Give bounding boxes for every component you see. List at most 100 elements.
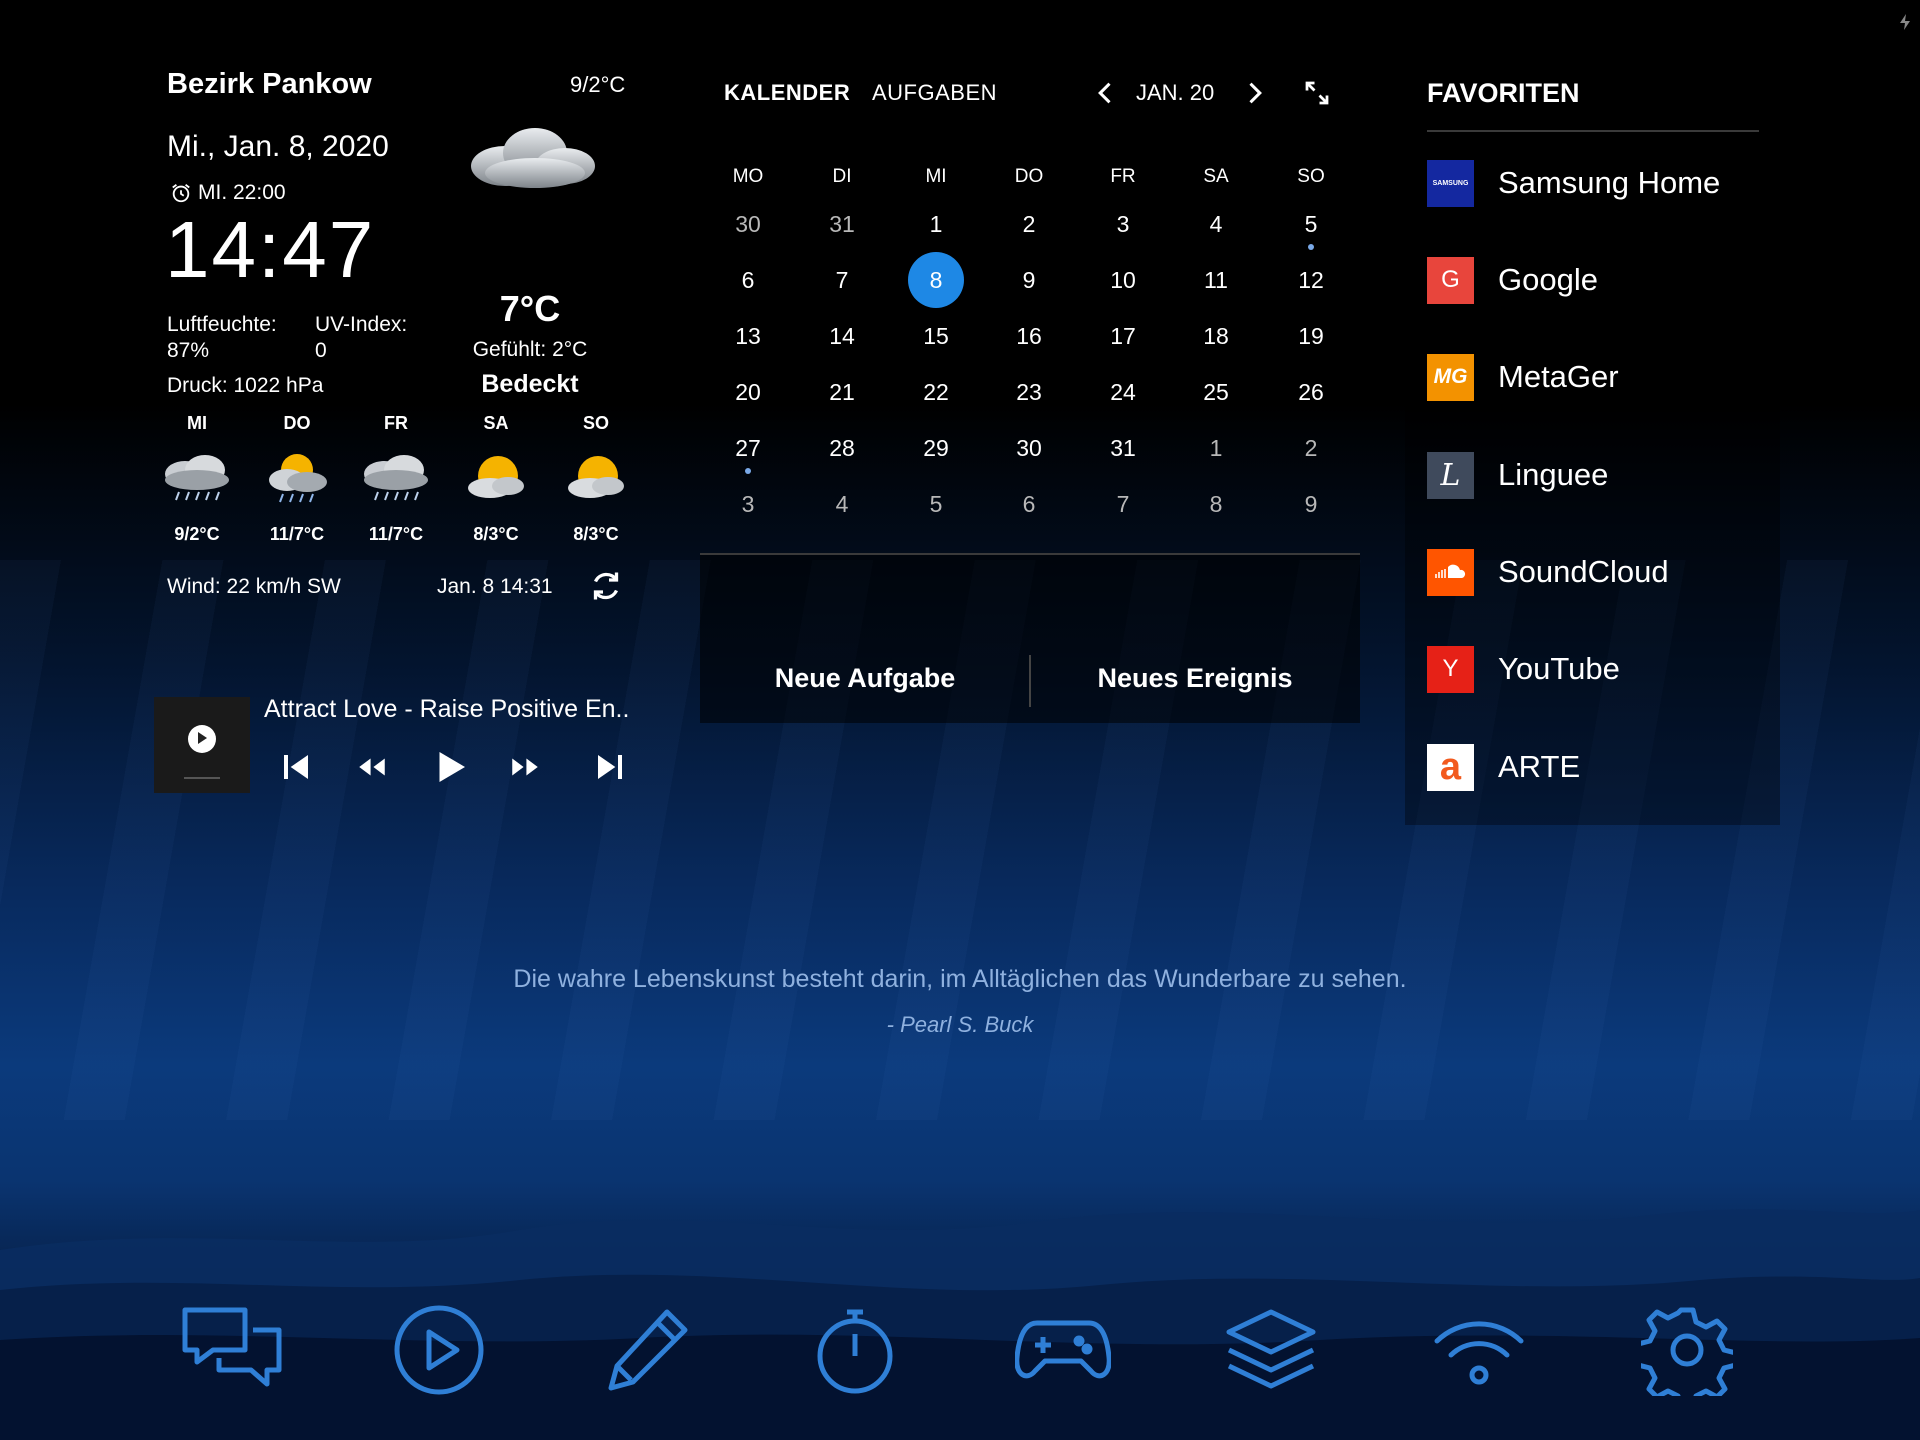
calendar-day[interactable]: 5	[1271, 204, 1351, 250]
forecast-day-label: FR	[384, 413, 408, 433]
calendar-day[interactable]: 15	[896, 316, 976, 356]
calendar-day[interactable]: 2	[989, 204, 1069, 244]
new-task-button[interactable]: Neue Aufgabe	[700, 663, 1030, 694]
dock-timer[interactable]	[800, 1295, 910, 1405]
day-number: 7	[835, 267, 849, 293]
dock-wifi[interactable]	[1424, 1295, 1534, 1405]
calendar-day-today[interactable]: 8	[896, 252, 976, 308]
fast-forward-button[interactable]	[503, 745, 547, 789]
calendar-day[interactable]: 21	[802, 372, 882, 412]
favorite-label: MetaGer	[1498, 359, 1619, 394]
calendar-day[interactable]: 19	[1271, 316, 1351, 356]
dock-games[interactable]	[1008, 1295, 1118, 1405]
favorite-linguee[interactable]: L Linguee	[1427, 451, 1608, 499]
calendar-day[interactable]: 29	[896, 428, 976, 468]
forecast-temps: 9/2°C	[174, 524, 220, 544]
calendar-day[interactable]: 3	[1083, 204, 1163, 244]
day-number: 30	[735, 211, 761, 237]
calendar-day[interactable]: 7	[1083, 484, 1163, 524]
calendar-day[interactable]: 24	[1083, 372, 1163, 412]
album-art[interactable]	[154, 697, 250, 793]
weekday-header: MI	[925, 166, 947, 187]
favorite-google[interactable]: G Google	[1427, 256, 1598, 304]
dock-settings[interactable]	[1632, 1295, 1742, 1405]
day-number: 19	[1298, 323, 1324, 349]
tab-tasks[interactable]: AUFGABEN	[872, 80, 997, 106]
alarm-time[interactable]: MI. 22:00	[170, 181, 286, 205]
rain-cloud-icon	[165, 455, 229, 501]
dock-layers[interactable]	[1216, 1295, 1326, 1405]
calendar-day[interactable]: 5	[896, 484, 976, 524]
favorite-soundcloud[interactable]: SoundCloud	[1427, 548, 1669, 596]
calendar-day[interactable]: 2	[1271, 428, 1351, 468]
calendar-day[interactable]: 16	[989, 316, 1069, 356]
favorite-arte[interactable]: a ARTE	[1427, 743, 1580, 791]
calendar-day[interactable]: 31	[1083, 428, 1163, 468]
rewind-icon	[359, 758, 385, 776]
calendar-day[interactable]: 9	[989, 260, 1069, 300]
samsung-logo-icon: SAMSUNG	[1427, 159, 1474, 207]
music-note-icon	[184, 725, 220, 779]
calendar-day[interactable]: 6	[708, 260, 788, 300]
day-number: 1	[1209, 435, 1223, 461]
chevron-right-icon[interactable]	[1240, 78, 1268, 108]
rain-cloud-icon	[364, 455, 428, 501]
calendar-day[interactable]: 23	[989, 372, 1069, 412]
calendar-day[interactable]: 31	[802, 204, 882, 244]
calendar-day[interactable]: 28	[802, 428, 882, 468]
calendar-day[interactable]: 27	[708, 428, 788, 474]
humidity-value: 87%	[167, 339, 210, 362]
digital-clock[interactable]: 14:47	[165, 210, 375, 290]
calendar-day[interactable]: 13	[708, 316, 788, 356]
play-button[interactable]	[428, 745, 472, 789]
favorite-youtube[interactable]: Y YouTube	[1427, 645, 1620, 693]
calendar-day[interactable]: 26	[1271, 372, 1351, 412]
forecast-day-label: MI	[187, 413, 207, 433]
skip-previous-button[interactable]	[274, 745, 318, 789]
calendar-day[interactable]: 3	[708, 484, 788, 524]
calendar-day[interactable]: 30	[989, 428, 1069, 468]
calendar-day[interactable]: 30	[708, 204, 788, 244]
calendar-day[interactable]: 4	[1176, 204, 1256, 244]
event-dot	[1308, 244, 1314, 250]
calendar-day[interactable]: 11	[1176, 260, 1256, 300]
arte-logo-icon: a	[1427, 743, 1474, 791]
calendar-day[interactable]: 8	[1176, 484, 1256, 524]
chevron-left-icon[interactable]	[1092, 78, 1120, 108]
expand-icon[interactable]	[1302, 78, 1332, 108]
favorite-label: ARTE	[1498, 749, 1581, 784]
new-event-button[interactable]: Neues Ereignis	[1030, 663, 1360, 694]
calendar-day[interactable]: 1	[1176, 428, 1256, 468]
calendar-day[interactable]: 10	[1083, 260, 1163, 300]
favorite-metager[interactable]: MG MetaGer	[1427, 353, 1619, 401]
dock-media[interactable]	[384, 1295, 494, 1405]
skip-next-button[interactable]	[588, 745, 632, 789]
calendar-day[interactable]: 18	[1176, 316, 1256, 356]
calendar-day[interactable]: 17	[1083, 316, 1163, 356]
calendar-day[interactable]: 25	[1176, 372, 1256, 412]
dock-notes[interactable]	[592, 1295, 702, 1405]
favorite-samsung-home[interactable]: SAMSUNG Samsung Home	[1427, 159, 1720, 207]
day-number: 28	[829, 435, 855, 461]
day-number: 4	[835, 491, 849, 517]
pencil-icon	[608, 1309, 688, 1391]
dock-chat[interactable]	[177, 1295, 287, 1405]
calendar-day[interactable]: 4	[802, 484, 882, 524]
calendar-day[interactable]: 20	[708, 372, 788, 412]
calendar-day[interactable]: 12	[1271, 260, 1351, 300]
tab-calendar[interactable]: KALENDER	[724, 80, 850, 106]
stopwatch-icon	[817, 1309, 893, 1394]
calendar-day[interactable]: 6	[989, 484, 1069, 524]
calendar-day[interactable]: 22	[896, 372, 976, 412]
calendar-day[interactable]: 9	[1271, 484, 1351, 524]
calendar-day[interactable]: 14	[802, 316, 882, 356]
weekday-header: MO	[732, 166, 764, 187]
weather-location[interactable]: Bezirk Pankow	[167, 68, 372, 101]
rewind-button[interactable]	[350, 745, 394, 789]
calendar-month: JAN. 20	[1136, 80, 1215, 105]
day-number: 3	[741, 491, 755, 517]
forecast-temps: 11/7°C	[269, 524, 325, 544]
calendar-day[interactable]: 1	[896, 204, 976, 244]
calendar-day[interactable]: 7	[802, 260, 882, 300]
refresh-icon[interactable]	[588, 568, 624, 604]
